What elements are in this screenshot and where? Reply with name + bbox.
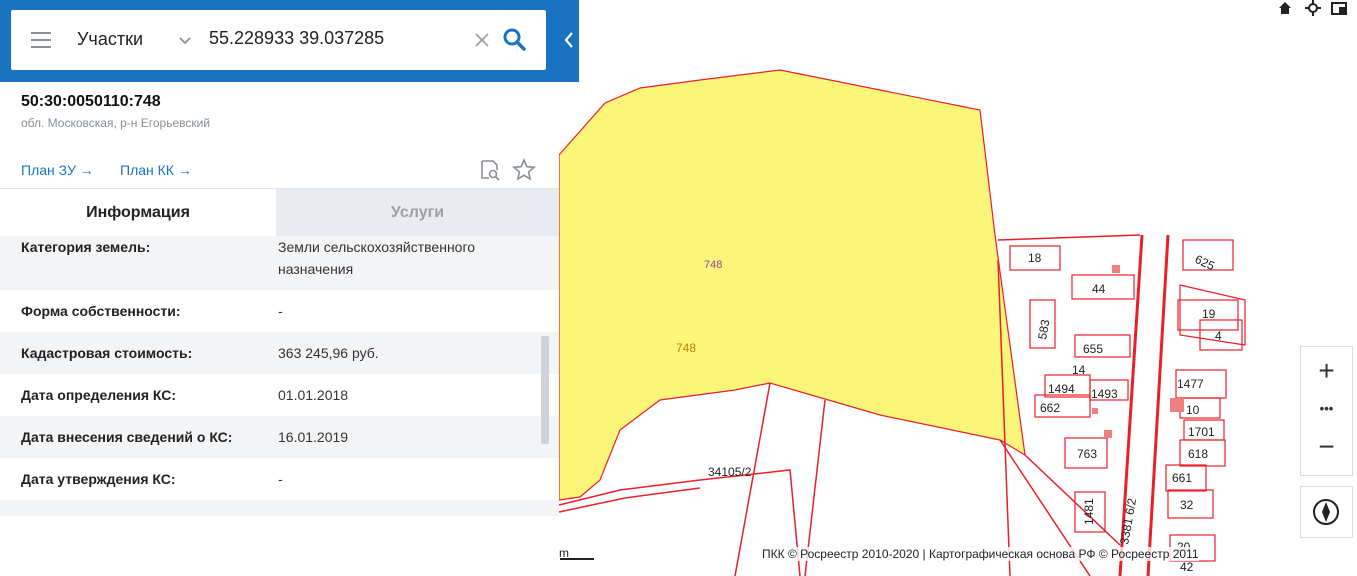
tab-bar: Информация Услуги bbox=[0, 188, 559, 237]
search-bar: Участки 55.228933 39.037285 bbox=[0, 0, 579, 82]
search-box: Участки 55.228933 39.037285 bbox=[11, 10, 546, 70]
map-lot-label: 19 bbox=[1202, 307, 1216, 321]
info-row-value: Земли сельскохозяйственного назначения bbox=[278, 239, 476, 277]
info-row-value: - bbox=[278, 471, 283, 487]
info-row-value: 01.01.2018 bbox=[278, 387, 349, 403]
plan-zu-label: План ЗУ bbox=[21, 162, 76, 178]
plan-kk-link[interactable]: План КК → bbox=[120, 162, 192, 178]
map-lot-label: 1493 bbox=[1091, 387, 1118, 401]
search-input[interactable]: 55.228933 39.037285 bbox=[209, 28, 384, 49]
home-icon[interactable] bbox=[1277, 0, 1293, 16]
info-row-label: Дата утверждения КС: bbox=[21, 471, 176, 487]
info-row: Кадастровая стоимость: 363 245,96 руб. bbox=[0, 332, 559, 374]
map-lot-label: 32 bbox=[1180, 498, 1194, 512]
map-lot-label: 1481 bbox=[1082, 498, 1096, 525]
scrollbar[interactable] bbox=[541, 336, 549, 444]
tab-services[interactable]: Услуги bbox=[276, 189, 559, 237]
info-row: Дата утверждения КС: - bbox=[0, 458, 559, 500]
search-icon[interactable] bbox=[501, 26, 529, 54]
map-lot-label: 10 bbox=[1186, 403, 1200, 417]
map-lot-label: 14 bbox=[1072, 363, 1086, 377]
compass-button[interactable] bbox=[1300, 486, 1353, 538]
info-row: Категория земель: Земли сельскохозяйстве… bbox=[0, 236, 559, 290]
search-scope-select[interactable]: Участки bbox=[77, 29, 143, 50]
map-label-neighbor: 34105/2 bbox=[708, 465, 752, 479]
compass-icon bbox=[1313, 499, 1339, 525]
map-label-parcel: 748 bbox=[676, 341, 696, 355]
arrow-right-icon: → bbox=[79, 162, 94, 178]
map-lot-label: 662 bbox=[1040, 401, 1060, 415]
map-lot-label: 18 bbox=[1028, 251, 1042, 265]
map-attribution: ПКК © Росреестр 2010-2020 | Картографиче… bbox=[762, 547, 1199, 561]
info-row-value: 16.01.2019 bbox=[278, 429, 349, 445]
zoom-out-button[interactable]: − bbox=[1301, 429, 1352, 465]
map-lot-label: 4 bbox=[1215, 329, 1222, 343]
map-label-parcel-alt: 748 bbox=[704, 259, 722, 271]
zoom-in-button[interactable]: + bbox=[1301, 353, 1352, 389]
more-button[interactable]: ••• bbox=[1301, 399, 1352, 419]
parcel-748-polygon[interactable] bbox=[558, 69, 1026, 501]
document-search-icon[interactable] bbox=[478, 158, 502, 182]
map-lot-label: 583 bbox=[1035, 318, 1052, 340]
layers-icon[interactable] bbox=[1331, 0, 1347, 16]
close-icon[interactable] bbox=[472, 24, 492, 56]
map-lot-label: 618 bbox=[1188, 447, 1208, 461]
map-lot-label: 1494 bbox=[1048, 382, 1075, 396]
map-lot-label: 1701 bbox=[1188, 425, 1215, 439]
map-lot-label: 763 bbox=[1077, 447, 1097, 461]
map-lot-label: 655 bbox=[1083, 342, 1103, 356]
info-row-label: Категория земель: bbox=[21, 239, 151, 255]
parcel-address: обл. Московская, р-н Егорьевский bbox=[21, 116, 211, 130]
info-row-partial bbox=[0, 500, 559, 516]
info-row-label: Кадастровая стоимость: bbox=[21, 345, 193, 361]
zoom-controls: + ••• − bbox=[1300, 346, 1353, 476]
cadastral-number: 50:30:0050110:748 bbox=[21, 93, 161, 110]
hamburger-icon[interactable] bbox=[31, 32, 51, 48]
info-row-label: Дата определения КС: bbox=[21, 387, 177, 403]
info-row-value: 363 245,96 руб. bbox=[278, 345, 379, 361]
tab-information[interactable]: Информация bbox=[0, 189, 276, 237]
panel-footer bbox=[0, 516, 559, 576]
plan-zu-link[interactable]: План ЗУ → bbox=[21, 162, 94, 178]
chevron-left-icon[interactable] bbox=[559, 22, 579, 58]
info-row: Форма собственности: - bbox=[0, 290, 559, 332]
map-lot-label: 42 bbox=[1180, 560, 1194, 574]
arrow-right-icon: → bbox=[177, 162, 192, 178]
info-row: Дата внесения сведений о КС: 16.01.2019 bbox=[0, 416, 559, 458]
info-row-label: Дата внесения сведений о КС: bbox=[21, 429, 233, 445]
info-table: Категория земель: Земли сельскохозяйстве… bbox=[0, 236, 559, 516]
map-lot-label: 661 bbox=[1172, 471, 1192, 485]
map-label-road: 3381 6/2 bbox=[1117, 497, 1139, 546]
info-row: Дата определения КС: 01.01.2018 bbox=[0, 374, 559, 416]
chevron-down-icon[interactable] bbox=[178, 28, 192, 52]
plan-kk-label: План КК bbox=[120, 162, 174, 178]
star-icon[interactable] bbox=[512, 158, 536, 182]
info-panel: 50:30:0050110:748 обл. Московская, р-н Е… bbox=[0, 0, 559, 576]
map-lot-label: 44 bbox=[1092, 282, 1106, 296]
map-lot-label: 1477 bbox=[1177, 377, 1204, 391]
scale-bar bbox=[560, 558, 594, 560]
info-row-value: - bbox=[278, 303, 283, 319]
locate-icon[interactable] bbox=[1305, 0, 1321, 16]
info-row-label: Форма собственности: bbox=[21, 303, 181, 319]
